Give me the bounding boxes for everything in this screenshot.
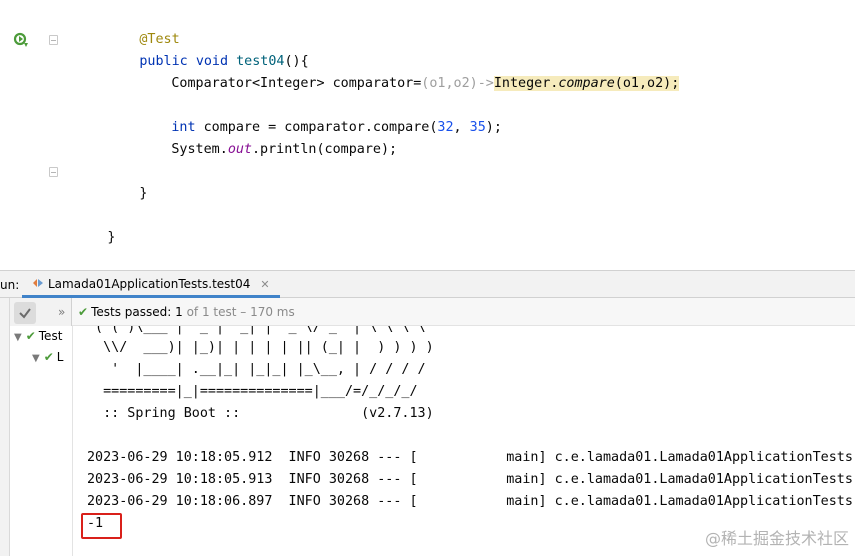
tool-window-edge-strip [0,298,10,556]
editor-gutter [0,0,62,270]
code-line-close-class: } [107,230,116,245]
lambda-highlight: Integer.compare(o1,o2); [493,76,680,91]
code-line-close-method: } [139,186,148,201]
run-tab-label: Lamada01ApplicationTests.test04 [48,277,251,291]
code-line-compare-call: int compare = comparator.compare(32, 35)… [171,120,502,135]
tree-item-root[interactable]: ▼ ✔ Test [14,329,62,343]
fold-marker-icon[interactable] [49,35,58,45]
pass-check-icon: ✔ [78,305,89,319]
code-line-method-signature: public void test04(){ [139,54,309,69]
console-log-line: 2023-06-29 10:18:05.913 INFO 30268 --- [… [87,472,853,487]
test-status-text: ✔ Tests passed: 1 of 1 test – 170 ms [78,305,295,319]
pass-check-icon: ✔ [25,329,36,343]
chevron-down-icon[interactable]: ▼ [14,332,22,343]
expand-chevron-icon[interactable]: » [58,305,65,319]
pass-check-icon: ✔ [43,350,54,364]
code-line-println: System.out.println(compare); [171,142,398,157]
tree-item-child[interactable]: ▼ ✔ L [32,350,63,364]
run-test-icon[interactable] [13,32,29,48]
console-banner-line: :: Spring Boot :: (v2.7.13) [87,406,434,421]
code-line-comparator: Comparator<Integer> comparator=(o1,o2)->… [171,76,680,91]
close-icon[interactable]: ✕ [260,278,269,291]
test-status-bar: » ✔ Tests passed: 1 of 1 test – 170 ms [58,298,855,326]
console-banner-line: \\/ ___)| |_)| | | | | || (_| | ) ) ) ) [87,340,434,355]
run-toolwindow-title: un: [0,278,20,292]
console-output[interactable]: ( ( )\___ | '_ | '_| | '_ \/ _` | \ \ \ … [72,326,855,556]
console-log-line: 2023-06-29 10:18:05.912 INFO 30268 --- [… [87,450,853,465]
tab-run-configuration[interactable]: Lamada01ApplicationTests.test04 ✕ [22,271,280,298]
test-run-icon [33,279,43,287]
result-highlight-box [81,513,122,539]
watermark: @稀土掘金技术社区 [704,529,849,548]
code-line-annotation: @Test [139,32,180,47]
chevron-down-icon[interactable]: ▼ [32,353,40,364]
checkmark-icon [19,308,31,319]
console-banner-line: =========|_|==============|___/=/_/_/_/ [87,384,418,399]
run-toolwindow-header: un: Lamada01ApplicationTests.test04 ✕ [0,270,855,298]
console-banner-line: ' |____| .__|_| |_|_| |_\__, | / / / / [87,362,426,377]
test-results-tree: ▼ ✔ Test ▼ ✔ L [10,326,72,556]
code-editor[interactable]: @Test public void test04(){ Comparator<I… [0,0,855,270]
show-passed-toggle[interactable] [14,302,36,324]
fold-marker-icon[interactable] [49,167,58,177]
console-log-line: 2023-06-29 10:18:06.897 INFO 30268 --- [… [87,494,853,509]
